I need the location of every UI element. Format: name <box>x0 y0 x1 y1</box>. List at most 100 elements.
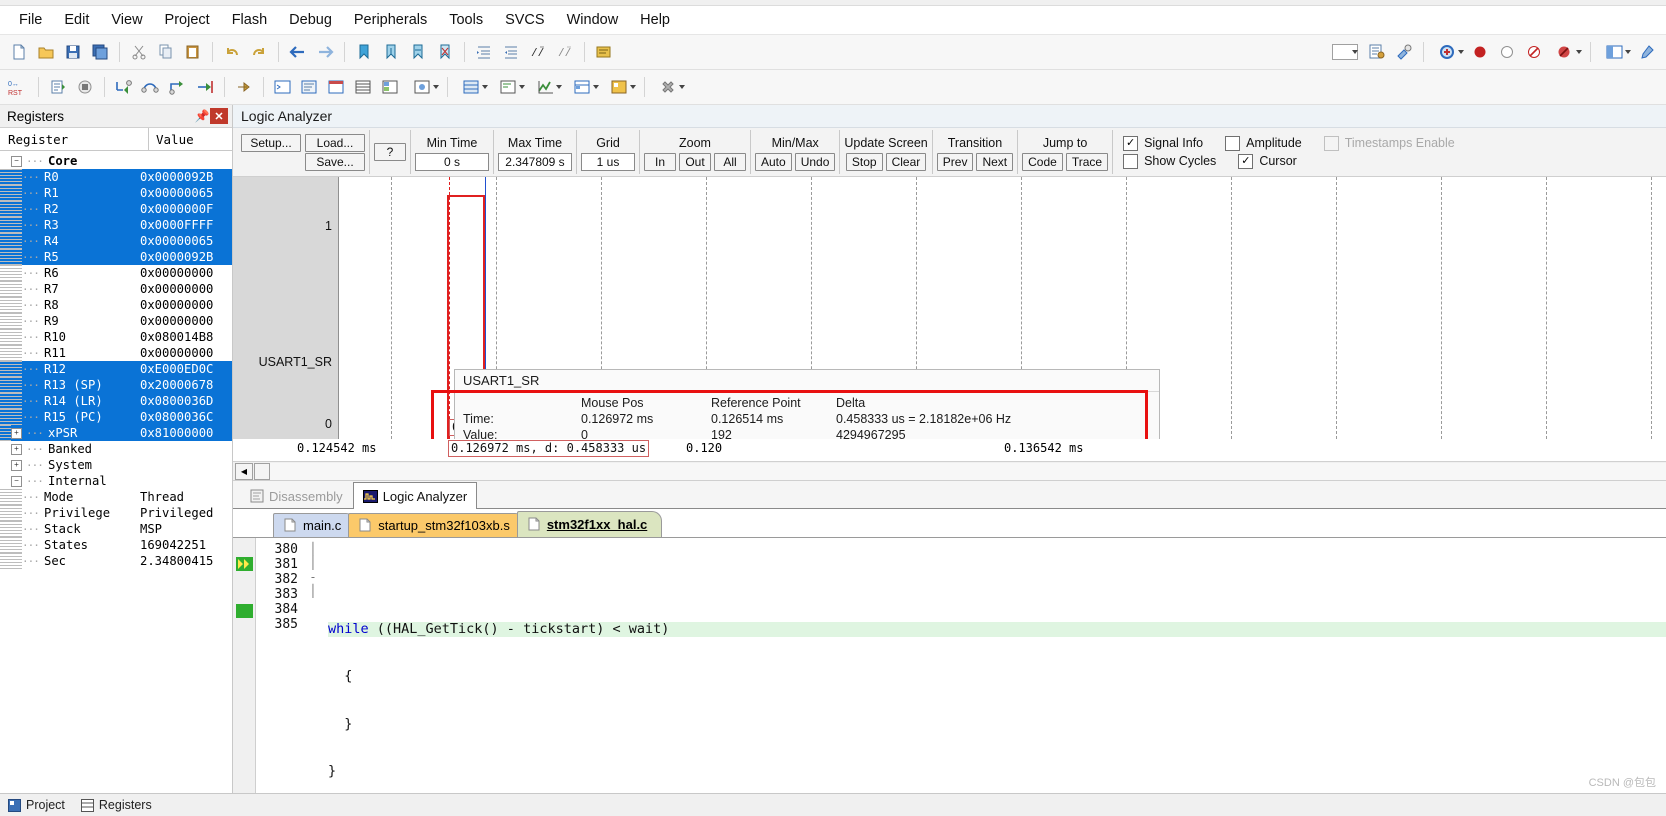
collapse-icon[interactable]: − <box>11 155 22 167</box>
system-viewer-dropdown[interactable] <box>602 74 638 100</box>
debug-settings-dropdown[interactable] <box>651 74 687 100</box>
outdent-icon[interactable] <box>498 39 524 65</box>
memory-window-dropdown[interactable] <box>454 74 490 100</box>
open-file-icon[interactable] <box>33 39 59 65</box>
status-item-project[interactable]: Project <box>8 798 65 812</box>
new-file-icon[interactable] <box>6 39 32 65</box>
registers-tree[interactable]: − ··· Core ··· R0 0x0000092B ··· R1 0x00000065… <box>0 151 232 793</box>
zoom-in-button[interactable]: In <box>644 152 676 171</box>
indent-icon[interactable] <box>471 39 497 65</box>
jump-to-code-button[interactable]: Code <box>1022 152 1063 171</box>
load-button[interactable]: Load... <box>305 133 365 152</box>
bookmark-next-icon[interactable] <box>405 39 431 65</box>
save-button[interactable]: Save... <box>305 152 365 171</box>
analysis-window-dropdown[interactable] <box>528 74 564 100</box>
run-to-cursor-icon[interactable] <box>192 74 218 100</box>
expand-icon[interactable]: + <box>11 459 22 471</box>
watch-window-dropdown[interactable] <box>405 74 441 100</box>
target-select-dropdown[interactable] <box>1327 39 1363 65</box>
zoom-out-button[interactable]: Out <box>679 152 711 171</box>
fold-marker[interactable]: │ <box>304 584 322 598</box>
menu-item-project[interactable]: Project <box>154 9 221 31</box>
comment-icon[interactable]: // <box>525 39 551 65</box>
step-into-icon[interactable] <box>111 74 137 100</box>
checkbox-show-cycles[interactable]: Show Cycles <box>1123 153 1216 169</box>
navigate-forward-icon[interactable] <box>312 39 338 65</box>
checkbox-cursor[interactable]: ✓ Cursor <box>1238 153 1297 169</box>
register-row-r11[interactable]: ··· R11 0x00000000 <box>0 345 232 361</box>
menu-item-view[interactable]: View <box>100 9 153 31</box>
menu-item-tools[interactable]: Tools <box>438 9 494 31</box>
internal-row-privilege[interactable]: ··· Privilege Privileged <box>0 505 232 521</box>
update-clear-button[interactable]: Clear <box>885 152 927 171</box>
reset-cpu-icon[interactable]: 0↔ RST <box>6 74 32 100</box>
transition-next-button[interactable]: Next <box>976 152 1014 171</box>
scrollbar-thumb[interactable] <box>254 462 270 480</box>
internal-row-states[interactable]: ··· States 169042251 <box>0 537 232 553</box>
redo-icon[interactable] <box>246 39 272 65</box>
menu-item-file[interactable]: File <box>8 9 53 31</box>
checkbox-amplitude[interactable]: Amplitude <box>1225 135 1302 151</box>
registers-window-icon[interactable] <box>351 74 377 100</box>
kill-all-breakpoints-icon[interactable] <box>1548 39 1584 65</box>
source-code[interactable]: while ((HAL_GetTick() - tickstart) < wai… <box>322 538 1666 793</box>
menu-item-window[interactable]: Window <box>556 9 630 31</box>
fold-column[interactable]: │ │ - │ <box>304 538 322 793</box>
disable-all-breakpoints-icon[interactable] <box>1521 39 1547 65</box>
register-row-r4[interactable]: ··· R4 0x00000065 <box>0 233 232 249</box>
call-stack-window-icon[interactable] <box>378 74 404 100</box>
status-item-registers[interactable]: Registers <box>80 798 152 812</box>
logic-analyzer-plot[interactable]: 1 USART1_SR 0 USART1_SR Mouse Pos Refere… <box>233 177 1666 462</box>
internal-row-sec[interactable]: ··· Sec 2.34800415 <box>0 553 232 569</box>
register-row-r12[interactable]: ··· R12 0xE000ED0C <box>0 361 232 377</box>
menu-item-edit[interactable]: Edit <box>53 9 100 31</box>
collapse-icon[interactable]: − <box>11 475 22 487</box>
tree-group-core[interactable]: − ··· Core <box>0 153 232 169</box>
cut-icon[interactable] <box>126 39 152 65</box>
save-all-icon[interactable] <box>87 39 113 65</box>
navigate-back-icon[interactable] <box>285 39 311 65</box>
menu-item-help[interactable]: Help <box>629 9 681 31</box>
reference-cursor[interactable] <box>449 177 450 439</box>
file-tab-stm32f1xx-hal-c[interactable]: stm32f1xx_hal.c <box>516 511 663 537</box>
horizontal-scrollbar[interactable]: ◀ <box>233 462 1666 481</box>
menu-item-svcs[interactable]: SVCS <box>494 9 556 31</box>
serial-window-dropdown[interactable] <box>491 74 527 100</box>
pin-icon[interactable]: 📌 <box>194 108 210 124</box>
debug-session-icon[interactable] <box>1430 39 1466 65</box>
register-row-r15-pc[interactable]: ··· R15 (PC) 0x0800036C <box>0 409 232 425</box>
register-row-xpsr[interactable]: + ··· xPSR 0x81000000 <box>0 425 232 441</box>
uncomment-icon[interactable]: // <box>552 39 578 65</box>
tree-group-banked[interactable]: + ··· Banked <box>0 441 232 457</box>
editor-gutter[interactable] <box>233 538 256 793</box>
register-row-r7[interactable]: ··· R7 0x00000000 <box>0 281 232 297</box>
build-icon[interactable] <box>591 39 617 65</box>
bookmark-toggle-icon[interactable] <box>351 39 377 65</box>
symbol-window-icon[interactable] <box>324 74 350 100</box>
menu-item-flash[interactable]: Flash <box>221 9 278 31</box>
show-next-statement-icon[interactable] <box>231 74 257 100</box>
register-row-r13-sp[interactable]: ··· R13 (SP) 0x20000678 <box>0 377 232 393</box>
min-time-field[interactable]: 0 s <box>415 152 489 171</box>
register-row-r0[interactable]: ··· R0 0x0000092B <box>0 169 232 185</box>
register-row-r5[interactable]: ··· R5 0x0000092B <box>0 249 232 265</box>
register-row-r14-lr[interactable]: ··· R14 (LR) 0x0800036D <box>0 393 232 409</box>
file-tab-main-c[interactable]: main.c <box>273 513 357 537</box>
register-row-r8[interactable]: ··· R8 0x00000000 <box>0 297 232 313</box>
fold-marker[interactable]: │ <box>304 556 322 570</box>
code-area[interactable]: 380 381 382 383 384 385 │ │ - │ while ((… <box>233 537 1666 793</box>
fold-marker[interactable]: - <box>304 570 322 584</box>
help-button[interactable]: ? <box>374 143 406 161</box>
tab-logic-analyzer[interactable]: Logic Analyzer <box>352 482 478 509</box>
tree-group-system[interactable]: + ··· System <box>0 457 232 473</box>
max-time-field[interactable]: 2.347809 s <box>498 152 572 171</box>
disable-breakpoint-icon[interactable] <box>1494 39 1520 65</box>
tab-disassembly[interactable]: Disassembly <box>239 483 353 508</box>
step-out-icon[interactable] <box>165 74 191 100</box>
register-row-r2[interactable]: ··· R2 0x0000000F <box>0 201 232 217</box>
register-row-r10[interactable]: ··· R10 0x080014B8 <box>0 329 232 345</box>
disassembly-window-icon[interactable] <box>297 74 323 100</box>
bookmark-prev-icon[interactable] <box>378 39 404 65</box>
register-row-r9[interactable]: ··· R9 0x00000000 <box>0 313 232 329</box>
save-icon[interactable] <box>60 39 86 65</box>
